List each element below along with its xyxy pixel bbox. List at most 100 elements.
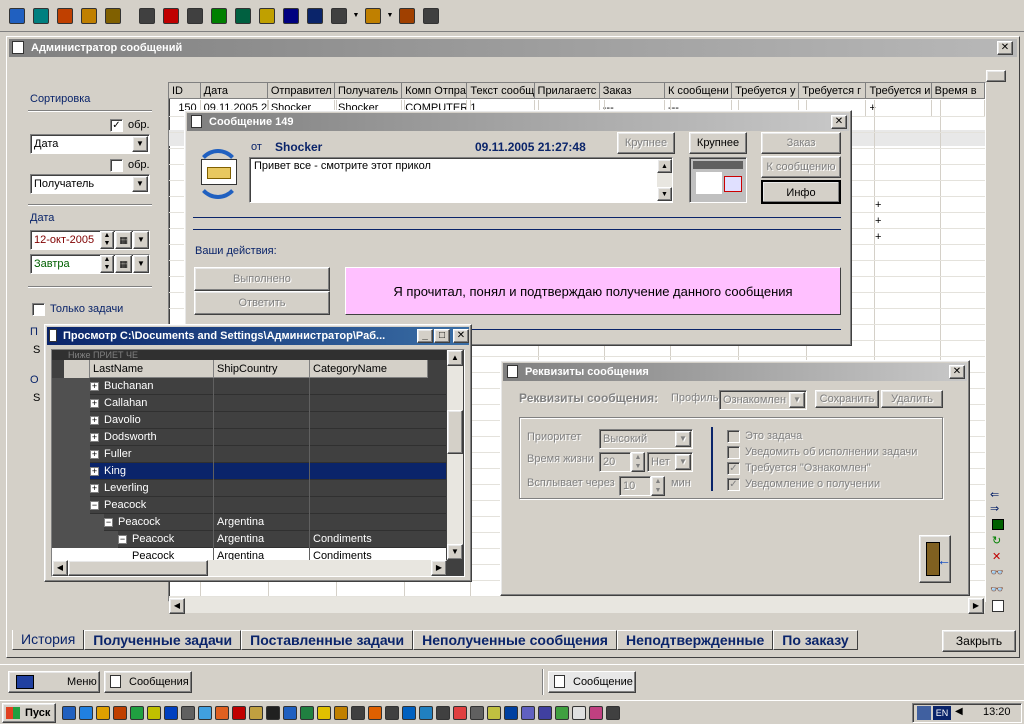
close-window-button[interactable]: Закрыть — [942, 630, 1016, 652]
medal-icon[interactable] — [396, 5, 418, 27]
popup-spin[interactable]: ▲ ▼ — [651, 476, 665, 496]
save-profile-button[interactable]: Сохранить — [815, 390, 879, 408]
expand-icon[interactable]: + — [90, 432, 99, 442]
expand-icon[interactable]: + — [90, 415, 99, 425]
to-message-button[interactable]: К сообщению — [761, 156, 841, 178]
tab-0[interactable]: История — [12, 630, 85, 650]
car-icon[interactable] — [184, 5, 206, 27]
tools-icon[interactable] — [54, 5, 76, 27]
tree-row[interactable]: + Buchanan — [52, 378, 446, 395]
column-header[interactable]: Требуется и — [866, 83, 932, 99]
column-header[interactable]: Требуется г — [799, 83, 867, 99]
delete-icon[interactable]: ✕ — [992, 550, 1001, 563]
sort2-reverse-checkbox[interactable] — [110, 159, 123, 172]
chevron-down-icon[interactable]: ▼ — [675, 454, 691, 470]
chevron-down-icon[interactable]: ▼ — [133, 231, 149, 249]
popup-field[interactable]: 10 — [619, 476, 651, 496]
done-button[interactable]: Выполнено — [194, 267, 330, 291]
preview-hscrollbar[interactable]: ◀ ▶ — [52, 560, 447, 576]
column-header[interactable]: Требуется у — [732, 83, 800, 99]
collapse-icon[interactable]: − — [90, 500, 99, 510]
info-button[interactable]: Инфо — [761, 180, 841, 204]
dropdown-arrow-icon[interactable] — [126, 5, 134, 27]
message-body[interactable]: Привет все - смотрите этот прикол — [249, 157, 673, 203]
hammer-icon[interactable] — [420, 5, 442, 27]
message-body-scrollbar[interactable]: ▲ ▼ — [657, 159, 672, 201]
arrow-right-icon[interactable]: ⇒ — [990, 502, 999, 515]
expand-icon[interactable]: + — [90, 381, 99, 391]
quick-launch-icon[interactable] — [487, 706, 501, 720]
is-task-checkbox[interactable] — [727, 430, 740, 443]
speaker-icon[interactable]: ◀ — [955, 706, 963, 717]
column-header[interactable]: Комп Отпра — [402, 83, 468, 99]
message-close-button[interactable]: ✕ — [831, 115, 847, 129]
notify-receipt-checkbox[interactable]: ✓ — [727, 478, 740, 491]
date-from-field[interactable]: 12-окт-2005 — [30, 230, 150, 250]
quick-launch-icon[interactable] — [215, 706, 229, 720]
tray-icon[interactable] — [917, 706, 931, 720]
quick-launch-icon[interactable] — [368, 706, 382, 720]
quick-launch-icon[interactable] — [470, 706, 484, 720]
preview-grid[interactable]: Ниже ПРИЕТ ЧЕ LastName ShipCountry Categor… — [51, 349, 465, 577]
tab-2[interactable]: Поставленные задачи — [241, 630, 414, 650]
confirm-receipt-button[interactable]: Я прочитал, понял и подтверждаю получени… — [345, 267, 841, 315]
quick-launch-icon[interactable] — [232, 706, 246, 720]
sort2-select[interactable]: Получатель ▼ — [30, 174, 150, 194]
calendar-icon[interactable]: ▦ — [115, 255, 132, 273]
quick-launch-icon[interactable] — [436, 706, 450, 720]
barcode-icon[interactable] — [102, 5, 124, 27]
tree-row[interactable]: + Fuller — [52, 446, 446, 463]
collapse-icon[interactable]: − — [118, 534, 127, 544]
users-info-icon[interactable] — [30, 5, 52, 27]
idcard-icon[interactable] — [78, 5, 100, 27]
tree-row[interactable]: + Callahan — [52, 395, 446, 412]
dropdown-arrow-icon[interactable]: ▼ — [352, 5, 360, 27]
lifetime-unit-select[interactable]: Нет ▼ — [647, 452, 693, 472]
clock-icon[interactable] — [256, 5, 278, 27]
column-header[interactable]: CategoryName — [310, 360, 428, 378]
column-header[interactable]: К сообщени — [664, 83, 733, 99]
quick-launch-icon[interactable] — [504, 706, 518, 720]
required-checkbox[interactable]: ✓ — [727, 462, 740, 475]
scroll-left-button[interactable]: ◀ — [169, 598, 185, 614]
quick-launch-icon[interactable] — [521, 706, 535, 720]
date-to-field[interactable]: Завтра — [30, 254, 150, 274]
window-icon[interactable] — [136, 5, 158, 27]
quick-launch-icon[interactable] — [130, 706, 144, 720]
chevron-down-icon[interactable]: ▼ — [675, 431, 691, 447]
main-close-button[interactable]: ✕ — [997, 41, 1013, 55]
quick-launch-icon[interactable] — [606, 706, 620, 720]
maximize-button[interactable]: □ — [434, 329, 450, 343]
user-icon[interactable] — [6, 5, 28, 27]
date-from-spin[interactable]: ▲ ▼ — [100, 231, 114, 249]
preview-hscroll-thumb[interactable] — [68, 560, 208, 576]
preview-vscrollbar[interactable]: ▲ ▼ — [447, 350, 463, 560]
only-tasks-checkbox[interactable] — [32, 303, 45, 316]
column-header[interactable]: ShipCountry — [214, 360, 310, 378]
quick-launch-icon[interactable] — [164, 706, 178, 720]
quick-launch-icon[interactable] — [198, 706, 212, 720]
quick-launch-icon[interactable] — [538, 706, 552, 720]
quick-launch-icon[interactable] — [266, 706, 280, 720]
tab-1[interactable]: Полученные задачи — [84, 630, 242, 650]
chevron-down-icon[interactable]: ▼ — [132, 136, 148, 152]
tree-row[interactable]: − Peacock — [52, 497, 446, 514]
minimize-button[interactable]: _ — [417, 329, 433, 343]
language-indicator[interactable]: EN — [933, 706, 951, 720]
grid-corner-button[interactable] — [986, 70, 1006, 82]
profile-select[interactable]: Ознакомлен ▼ — [719, 390, 807, 410]
tree-row[interactable]: + King — [52, 463, 446, 480]
quick-launch-icon[interactable] — [79, 706, 93, 720]
preview-close-button[interactable]: ✕ — [453, 329, 469, 343]
quick-launch-icon[interactable] — [317, 706, 331, 720]
quick-launch-icon[interactable] — [385, 706, 399, 720]
quick-launch-icon[interactable] — [555, 706, 569, 720]
quick-launch-icon[interactable] — [96, 706, 110, 720]
chevron-down-icon[interactable]: ▼ — [789, 392, 805, 408]
tab-3[interactable]: Неполученные сообщения — [413, 630, 617, 650]
column-header[interactable]: Время в — [931, 83, 986, 99]
expand-icon[interactable]: + — [90, 449, 99, 459]
tree-row[interactable]: + Dodsworth — [52, 429, 446, 446]
priority-select[interactable]: Высокий ▼ — [599, 429, 693, 449]
sort1-select[interactable]: Дата ▼ — [30, 134, 150, 154]
